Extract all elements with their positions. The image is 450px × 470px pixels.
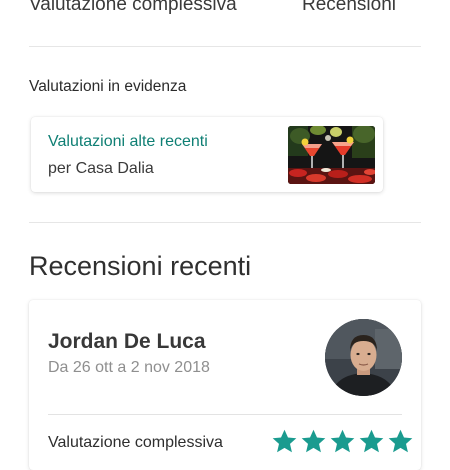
reviewer-name: Jordan De Luca	[48, 330, 206, 353]
star-icon	[272, 429, 297, 453]
cocktails-photo-image	[288, 126, 375, 184]
star-icon	[359, 429, 384, 453]
reviews-label[interactable]: Recensioni	[302, 0, 396, 16]
highlights-title: Valutazioni in evidenza	[29, 78, 187, 95]
reviewer-avatar-image	[325, 319, 402, 396]
highlight-card[interactable]: Valutazioni alte recenti per Casa Dalia	[31, 117, 383, 192]
review-card[interactable]: Jordan De Luca Da 26 ott a 2 nov 2018 Va…	[29, 300, 421, 470]
star-icon	[301, 429, 326, 453]
highlight-card-title: Valutazioni alte recenti	[48, 133, 208, 150]
star-icon	[388, 429, 413, 453]
highlight-card-subtitle: per Casa Dalia	[48, 160, 154, 177]
star-icon	[330, 429, 355, 453]
recent-reviews-title: Recensioni recenti	[29, 251, 252, 281]
review-overall-label: Valutazione complessiva	[48, 434, 223, 451]
listing-photo	[288, 126, 375, 184]
review-dates: Da 26 ott a 2 nov 2018	[48, 359, 210, 376]
divider	[29, 222, 421, 223]
card-divider	[48, 414, 402, 415]
overall-rating-label: Valutazione complessiva	[29, 0, 237, 15]
star-rating	[271, 428, 414, 455]
divider	[29, 46, 421, 47]
avatar[interactable]	[325, 319, 402, 396]
